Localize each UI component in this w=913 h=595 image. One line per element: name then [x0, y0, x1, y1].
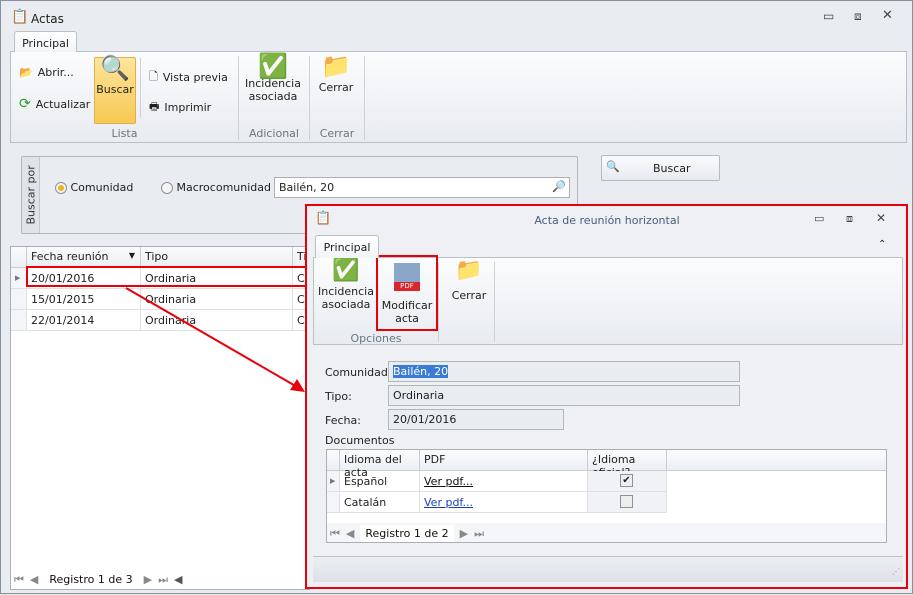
cerrar-button[interactable]: 📁 Cerrar [444, 258, 494, 303]
modificar-acta-button[interactable]: PDF Modificar acta [376, 255, 438, 331]
column-pdf[interactable]: PDF [420, 450, 588, 471]
incidencia-button[interactable]: ✅ Incidencia asociada [318, 258, 374, 312]
prev-icon[interactable]: ◀ [346, 527, 354, 540]
comunidad-field[interactable]: Bailén, 20 [388, 361, 740, 382]
oficial-checkbox[interactable]: ✔ [620, 474, 633, 487]
ver-pdf-link[interactable]: Ver pdf... [424, 496, 473, 509]
folder-exit-icon: 📁 [455, 258, 483, 283]
dialog-ribbon: ✅ Incidencia asociada PDF Modificar acta 📁… [313, 255, 903, 345]
record-counter: Registro 1 de 2 [360, 525, 454, 542]
tipo-field[interactable]: Ordinaria [388, 385, 740, 406]
label-documentos: Documentos [325, 434, 395, 447]
dialog-window: 📋 Acta de reunión horizontal ▭ ⧈ ✕ Princ… [305, 204, 908, 589]
documentos-grid: Idioma del acta PDF ¿Idioma oficial? ▶ E… [326, 449, 887, 543]
first-icon[interactable]: ⏮ [330, 527, 340, 541]
label-fecha: Fecha: [325, 414, 361, 427]
ver-pdf-link[interactable]: Ver pdf... [424, 475, 473, 488]
minimize-icon[interactable]: ▭ [814, 212, 824, 225]
row-indicator[interactable]: ▶ [327, 471, 340, 492]
fecha-field[interactable]: 20/01/2016 [388, 409, 564, 430]
pdf-edit-icon: PDF [394, 263, 420, 291]
label-tipo: Tipo: [325, 390, 352, 403]
status-bar: ⋰ [313, 556, 903, 582]
last-icon[interactable]: ⏭ [474, 527, 484, 541]
oficial-checkbox[interactable] [620, 495, 633, 508]
close-icon[interactable]: ✕ [876, 211, 886, 225]
idioma-cell[interactable]: Catalán [340, 492, 420, 513]
collapse-ribbon-icon[interactable]: ⌃ [878, 239, 886, 250]
clipboard-check-icon: ✅ [332, 258, 360, 283]
next-icon[interactable]: ▶ [460, 527, 468, 540]
column-idioma[interactable]: Idioma del acta [340, 450, 420, 479]
dialog-tab-principal[interactable]: Principal [315, 235, 379, 258]
label-comunidad: Comunidad [325, 366, 388, 379]
docs-navigator: ⏮ ◀ Registro 1 de 2 ▶ ⏭ [330, 525, 484, 542]
maximize-icon[interactable]: ⧈ [846, 212, 853, 226]
group-label-opciones: Opciones [350, 332, 402, 345]
row-indicator[interactable] [327, 492, 340, 513]
resize-grip-icon[interactable]: ⋰ [892, 567, 900, 576]
tab-principal[interactable]: Principal [14, 31, 77, 52]
column-oficial[interactable]: ¿Idioma oficial? [588, 450, 667, 479]
idioma-cell[interactable]: Español [340, 471, 420, 492]
